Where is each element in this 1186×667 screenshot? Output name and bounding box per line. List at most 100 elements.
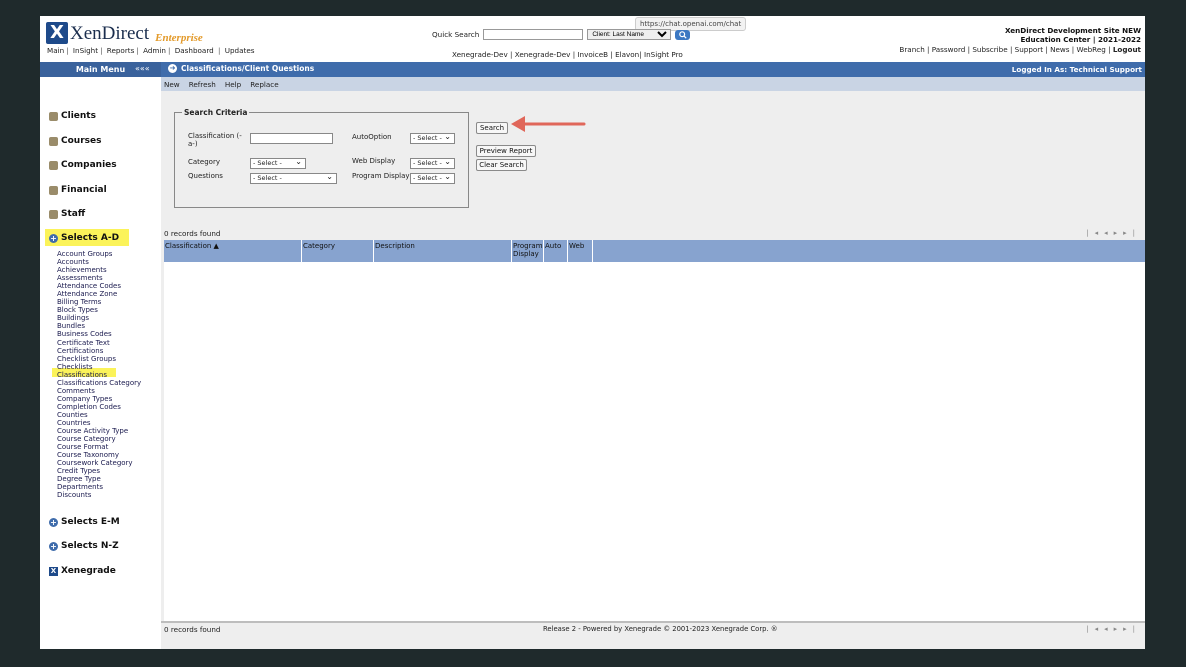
sidebar-item-selects-n-z[interactable]: + Selects N-Z xyxy=(49,541,119,551)
toolbar-replace[interactable]: Replace xyxy=(250,80,278,89)
list-item[interactable]: Attendance Zone xyxy=(57,290,141,298)
link-news[interactable]: News xyxy=(1050,45,1069,54)
web-display-select[interactable]: - Select - xyxy=(410,157,455,169)
column-auto[interactable]: Auto xyxy=(544,240,568,262)
sidebar-item-companies[interactable]: Companies xyxy=(49,160,117,170)
list-item[interactable]: Degree Type xyxy=(57,475,141,483)
prev-page-icon[interactable]: ◂ xyxy=(1104,229,1114,237)
env-link-xenegrade-dev-2[interactable]: Xenegrade-Dev xyxy=(515,50,571,59)
column-web[interactable]: Web xyxy=(568,240,593,262)
classification-input[interactable] xyxy=(250,133,333,144)
search-button[interactable]: Search xyxy=(476,122,508,134)
env-link-invoiceb[interactable]: InvoiceB xyxy=(577,50,608,59)
records-count-top: 0 records found xyxy=(164,229,221,238)
sidebar-item-financial[interactable]: Financial xyxy=(49,185,107,195)
list-item[interactable]: Company Types xyxy=(57,395,141,403)
nav-insight[interactable]: InSight xyxy=(73,46,98,55)
sidebar-item-label: Selects E-M xyxy=(61,517,120,527)
list-item[interactable]: Assessments xyxy=(57,274,141,282)
column-classification[interactable]: Classification ▲ xyxy=(164,240,302,262)
list-item[interactable]: Course Activity Type xyxy=(57,427,141,435)
program-display-select[interactable]: - Select - xyxy=(410,172,455,184)
sidebar-item-label: Financial xyxy=(61,185,107,195)
list-item[interactable]: Credit Types xyxy=(57,467,141,475)
clear-search-button[interactable]: Clear Search xyxy=(476,159,527,171)
list-item[interactable]: Course Taxonomy xyxy=(57,451,141,459)
list-item[interactable]: Course Category xyxy=(57,435,141,443)
link-password[interactable]: Password xyxy=(932,45,966,54)
grid-header: Classification ▲ Category Description Pr… xyxy=(164,240,1145,262)
next-page-icon[interactable]: ▸ xyxy=(1114,229,1124,237)
env-link-insight-pro[interactable]: InSight Pro xyxy=(644,50,683,59)
list-item[interactable]: Bundles xyxy=(57,322,141,330)
column-program-display[interactable]: Program Display xyxy=(512,240,544,262)
nav-admin[interactable]: Admin xyxy=(143,46,166,55)
list-item[interactable]: Certifications xyxy=(57,347,141,355)
sidebar-item-selects-a-d[interactable]: + Selects A-D xyxy=(49,233,119,243)
list-item[interactable]: Completion Codes xyxy=(57,403,141,411)
collapse-menu-icon[interactable]: ««« xyxy=(135,64,150,73)
questions-select[interactable]: - Select - xyxy=(250,172,337,184)
sidebar-item-clients[interactable]: Clients xyxy=(49,111,96,121)
list-item[interactable]: Certificate Text xyxy=(57,339,141,347)
env-link-xenegrade-dev[interactable]: Xenegrade-Dev xyxy=(452,50,508,59)
list-item[interactable]: Checklist Groups xyxy=(57,355,141,363)
list-item[interactable]: Achievements xyxy=(57,266,141,274)
list-item[interactable]: Checklists xyxy=(57,363,141,371)
link-branch[interactable]: Branch xyxy=(899,45,924,54)
first-page-icon[interactable]: |◂ xyxy=(1086,625,1104,633)
sidebar-item-courses[interactable]: Courses xyxy=(49,136,101,146)
sidebar-item-label: Clients xyxy=(61,111,96,121)
list-item[interactable]: Discounts xyxy=(57,491,141,499)
prev-page-icon[interactable]: ◂ xyxy=(1104,625,1114,633)
first-page-icon[interactable]: |◂ xyxy=(1086,229,1104,237)
sidebar-item-staff[interactable]: Staff xyxy=(49,209,85,219)
link-support[interactable]: Support xyxy=(1015,45,1043,54)
list-item[interactable]: Counties xyxy=(57,411,141,419)
list-item[interactable]: Comments xyxy=(57,387,141,395)
sidebar-item-selects-e-m[interactable]: + Selects E-M xyxy=(49,517,120,527)
env-link-elavon[interactable]: Elavon xyxy=(615,50,639,59)
nav-main[interactable]: Main xyxy=(47,46,64,55)
annotation-arrow-icon xyxy=(511,116,586,132)
list-item[interactable]: Coursework Category xyxy=(57,459,141,467)
toolbar-refresh[interactable]: Refresh xyxy=(189,80,216,89)
sidebar-item-xenegrade[interactable]: X Xenegrade xyxy=(49,566,116,576)
toolbar-new[interactable]: New xyxy=(164,80,180,89)
client-search-select[interactable]: Client: Last Name xyxy=(587,29,672,40)
category-select[interactable]: - Select - xyxy=(250,157,306,169)
link-webreg[interactable]: WebReg xyxy=(1077,45,1106,54)
nav-dashboard[interactable]: Dashboard xyxy=(175,46,214,55)
list-item[interactable]: Course Format xyxy=(57,443,141,451)
last-page-icon[interactable]: ▸| xyxy=(1123,625,1141,633)
logout-link[interactable]: Logout xyxy=(1113,45,1141,54)
user-links: Branch | Password | Subscribe | Support … xyxy=(899,45,1141,54)
list-item-classifications[interactable]: Classifications xyxy=(57,371,141,379)
list-item[interactable]: Block Types xyxy=(57,306,141,314)
preview-report-button[interactable]: Preview Report xyxy=(476,145,536,157)
column-description[interactable]: Description xyxy=(374,240,512,262)
list-item[interactable]: Countries xyxy=(57,419,141,427)
logo[interactable]: X XenDirect Enterprise xyxy=(46,22,203,44)
last-page-icon[interactable]: ▸| xyxy=(1123,229,1141,237)
list-item[interactable]: Classifications Category xyxy=(57,379,141,387)
link-subscribe[interactable]: Subscribe xyxy=(972,45,1007,54)
list-item[interactable]: Account Groups xyxy=(57,250,141,258)
list-item[interactable]: Departments xyxy=(57,483,141,491)
top-nav: Main | InSight | Reports | Admin | Dashboard… xyxy=(47,46,255,55)
quick-search-button[interactable] xyxy=(675,29,691,40)
list-item[interactable]: Business Codes xyxy=(57,330,141,338)
quick-search-input[interactable] xyxy=(483,29,584,40)
list-item[interactable]: Buildings xyxy=(57,314,141,322)
autooption-select[interactable]: - Select - xyxy=(410,132,455,144)
staff-icon xyxy=(49,209,58,219)
list-item[interactable]: Billing Terms xyxy=(57,298,141,306)
nav-updates[interactable]: Updates xyxy=(225,46,255,55)
column-category[interactable]: Category xyxy=(302,240,374,262)
nav-reports[interactable]: Reports xyxy=(107,46,135,55)
toolbar-help[interactable]: Help xyxy=(225,80,241,89)
next-page-icon[interactable]: ▸ xyxy=(1114,625,1124,633)
list-item[interactable]: Accounts xyxy=(57,258,141,266)
list-item[interactable]: Attendance Codes xyxy=(57,282,141,290)
logged-in-status: Logged In As: Technical Support xyxy=(1011,65,1142,74)
